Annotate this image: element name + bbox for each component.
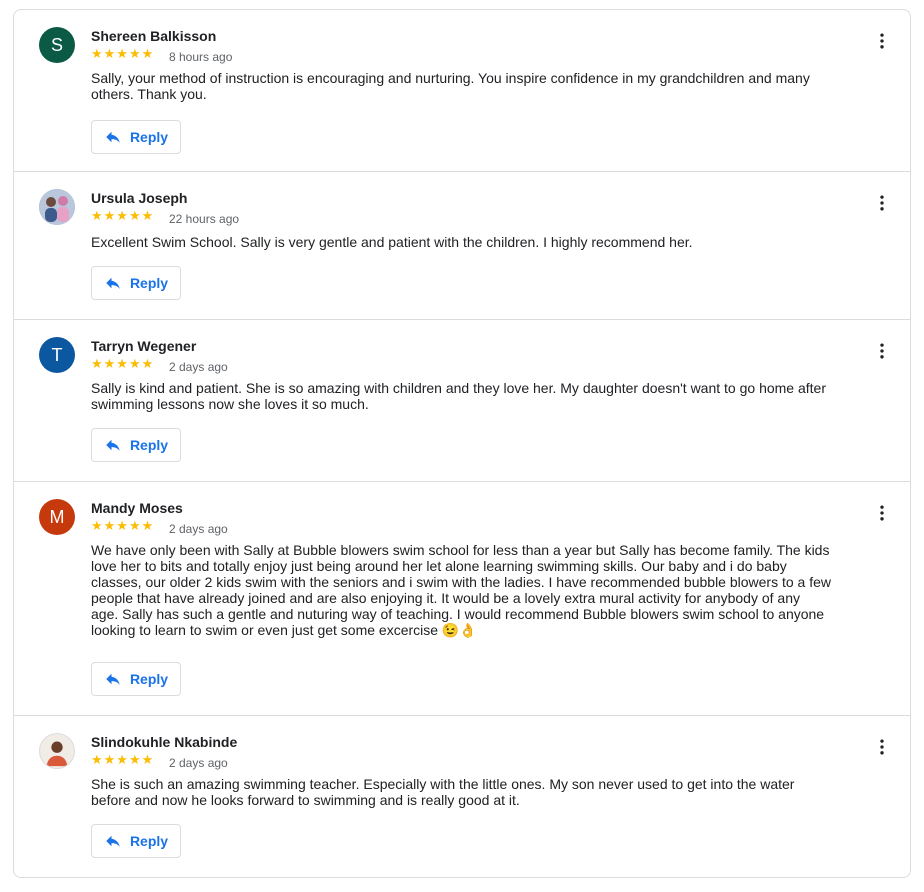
more-vert-icon xyxy=(880,739,884,755)
star-rating: ★★★★★ xyxy=(91,46,155,61)
more-vert-icon xyxy=(880,343,884,359)
review-text: Excellent Swim School. Sally is very gen… xyxy=(91,234,693,250)
review-text: Sally is kind and patient. She is so ama… xyxy=(91,380,826,412)
reply-button[interactable]: Reply xyxy=(91,662,181,696)
more-options-button[interactable] xyxy=(872,340,892,362)
reply-icon xyxy=(106,673,120,685)
avatar[interactable]: M xyxy=(39,499,75,535)
avatar[interactable]: T xyxy=(39,337,75,373)
reviewer-name[interactable]: Shereen Balkisson xyxy=(91,28,216,44)
reply-label: Reply xyxy=(129,129,169,145)
star-rating: ★★★★★ xyxy=(91,752,155,767)
more-vert-icon xyxy=(880,195,884,211)
star-rating: ★★★★★ xyxy=(91,518,155,533)
star-rating: ★★★★★ xyxy=(91,208,155,223)
review-item: Ursula Joseph ★★★★★ 22 hours ago Excelle… xyxy=(14,172,910,320)
more-options-button[interactable] xyxy=(872,30,892,52)
star-rating: ★★★★★ xyxy=(91,356,155,371)
review-item: M Mandy Moses ★★★★★ 2 days ago We have o… xyxy=(14,482,910,716)
avatar-initial: M xyxy=(49,506,65,527)
review-text: We have only been with Sally at Bubble b… xyxy=(91,542,832,638)
review-time: 2 days ago xyxy=(169,360,228,374)
reply-button[interactable]: Reply xyxy=(91,428,181,462)
profile-photo-icon xyxy=(39,189,75,225)
more-vert-icon xyxy=(880,33,884,49)
reviewer-name[interactable]: Mandy Moses xyxy=(91,500,183,516)
reply-label: Reply xyxy=(129,671,169,687)
reply-button[interactable]: Reply xyxy=(91,120,181,154)
avatar[interactable]: S xyxy=(39,27,75,63)
reply-label: Reply xyxy=(129,437,169,453)
reply-icon xyxy=(106,439,120,451)
avatar[interactable] xyxy=(39,733,75,769)
reply-icon xyxy=(106,277,120,289)
avatar-initial: S xyxy=(50,34,63,55)
review-time: 2 days ago xyxy=(169,756,228,770)
avatar-initial: T xyxy=(51,344,63,365)
reviewer-name[interactable]: Ursula Joseph xyxy=(91,190,187,206)
reviews-panel: S Shereen Balkisson ★★★★★ 8 hours ago Sa… xyxy=(13,9,911,878)
reply-button[interactable]: Reply xyxy=(91,266,181,300)
more-options-button[interactable] xyxy=(872,192,892,214)
reply-icon xyxy=(106,835,120,847)
more-options-button[interactable] xyxy=(872,502,892,524)
review-time: 8 hours ago xyxy=(169,50,233,64)
review-item: Slindokuhle Nkabinde ★★★★★ 2 days ago Sh… xyxy=(14,716,910,877)
more-options-button[interactable] xyxy=(872,736,892,758)
reviewer-name[interactable]: Tarryn Wegener xyxy=(91,338,196,354)
avatar[interactable] xyxy=(39,189,75,225)
review-time: 22 hours ago xyxy=(169,212,240,226)
reviewer-name[interactable]: Slindokuhle Nkabinde xyxy=(91,734,237,750)
more-vert-icon xyxy=(880,505,884,521)
review-text: She is such an amazing swimming teacher.… xyxy=(91,776,795,808)
review-time: 2 days ago xyxy=(169,522,228,536)
review-item: T Tarryn Wegener ★★★★★ 2 days ago Sally … xyxy=(14,320,910,482)
reply-label: Reply xyxy=(129,275,169,291)
reply-button[interactable]: Reply xyxy=(91,824,181,858)
review-item: S Shereen Balkisson ★★★★★ 8 hours ago Sa… xyxy=(14,10,910,172)
reply-label: Reply xyxy=(129,833,169,849)
review-text: Sally, your method of instruction is enc… xyxy=(91,70,810,102)
profile-photo-icon xyxy=(40,734,74,768)
reply-icon xyxy=(106,131,120,143)
